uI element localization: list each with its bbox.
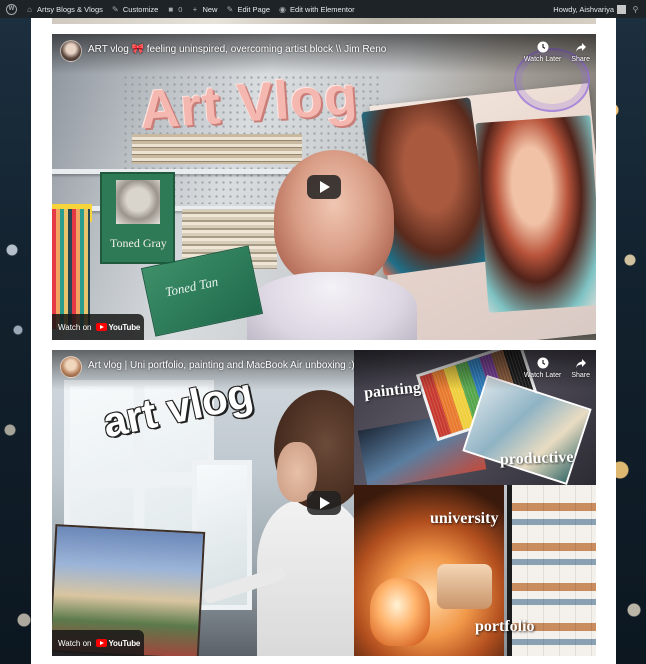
- comments-count: 0: [178, 4, 183, 14]
- video-title[interactable]: Art vlog | Uni portfolio, painting and M…: [88, 356, 355, 373]
- home-icon: ⌂: [27, 4, 32, 14]
- play-button[interactable]: [307, 175, 341, 199]
- salt-lamp: [370, 578, 430, 646]
- share-icon: [574, 40, 588, 54]
- youtube-wordmark: YouTube: [108, 322, 141, 332]
- share-button[interactable]: Share: [571, 356, 590, 379]
- channel-avatar[interactable]: [60, 356, 82, 378]
- edit-page-link[interactable]: ✎ Edit Page: [225, 5, 270, 14]
- watch-on-label: Watch on: [58, 322, 92, 332]
- colored-pencils: [52, 209, 90, 329]
- youtube-embed-2[interactable]: painting productive university portfolio…: [52, 350, 596, 656]
- search-icon: ⚲: [632, 4, 639, 14]
- painted-portrait-2: [475, 115, 596, 313]
- sketchbook-cover-portrait: [116, 180, 160, 224]
- edit-page-label: Edit Page: [237, 4, 271, 14]
- plus-icon: +: [192, 4, 198, 14]
- watch-on-label: Watch on: [58, 638, 92, 648]
- edit-with-elementor-label: Edit with Elementor: [290, 4, 355, 14]
- video-title[interactable]: ART vlog 🎀 feeling uninspired, overcomin…: [88, 40, 386, 57]
- watch-later-label: Watch Later: [523, 372, 562, 379]
- pencil-icon: ✎: [226, 4, 234, 14]
- caption-portfolio: portfolio: [475, 618, 535, 635]
- play-button[interactable]: [307, 491, 341, 515]
- clock-icon: [536, 40, 550, 54]
- wordpress-logo-menu[interactable]: [6, 3, 17, 15]
- channel-avatar[interactable]: [60, 40, 82, 62]
- clock-icon: [536, 356, 550, 370]
- share-button[interactable]: Share: [571, 40, 590, 63]
- admin-search-button[interactable]: ⚲: [631, 5, 640, 14]
- previous-embed-bottom-edge: [52, 18, 596, 24]
- youtube-wordmark: YouTube: [108, 638, 141, 648]
- watch-on-youtube-link[interactable]: Watch on YouTube: [52, 314, 144, 340]
- new-label: New: [202, 4, 218, 14]
- person-body: [247, 272, 417, 340]
- comments-link[interactable]: ■ 0: [166, 5, 182, 14]
- new-content-menu[interactable]: + New: [190, 4, 218, 14]
- sketchbook-label: Toned Gray: [110, 236, 167, 250]
- video-header: ART vlog 🎀 feeling uninspired, overcomin…: [52, 34, 596, 74]
- account-menu[interactable]: Howdy, Aishvariya: [553, 4, 626, 14]
- sketchbook: Toned Gray: [100, 172, 175, 264]
- watch-later-button[interactable]: Watch Later: [524, 356, 561, 379]
- video-header: Art vlog | Uni portfolio, painting and M…: [52, 350, 596, 390]
- customize-link[interactable]: ✎ Customize: [111, 5, 158, 14]
- youtube-logo: YouTube: [95, 638, 141, 648]
- share-label: Share: [571, 56, 590, 63]
- paintbrush-icon: ✎: [112, 4, 119, 14]
- watch-later-label: Watch Later: [523, 56, 562, 63]
- elementor-icon: ◉: [279, 4, 286, 14]
- youtube-play-icon: [95, 323, 107, 331]
- customize-label: Customize: [122, 4, 159, 14]
- candle: [437, 564, 492, 609]
- video-actions: Watch Later Share: [524, 356, 590, 379]
- video-actions: Watch Later Share: [524, 40, 590, 63]
- admin-bar: ⌂ Artsy Blogs & Vlogs ✎ Customize ■ 0 + …: [0, 0, 646, 18]
- caption-university: university: [430, 510, 499, 527]
- person-hair: [274, 150, 394, 285]
- wordpress-logo-icon: [6, 3, 17, 15]
- watch-later-button[interactable]: Watch Later: [524, 40, 561, 63]
- watch-on-youtube-link[interactable]: Watch on YouTube: [52, 630, 144, 656]
- share-icon: [574, 356, 588, 370]
- site-name-label: Artsy Blogs & Vlogs: [37, 4, 103, 14]
- edit-with-elementor-link[interactable]: ◉ Edit with Elementor: [278, 5, 355, 14]
- youtube-logo: YouTube: [95, 322, 141, 332]
- green-sketchbook-label: Toned Tan: [163, 273, 220, 300]
- avatar: [617, 4, 626, 14]
- caption-productive: productive: [499, 448, 574, 469]
- youtube-embed-1[interactable]: Toned Gray Toned Tan Art Vlog ART vlog 🎀…: [52, 34, 596, 340]
- greeting-label: Howdy, Aishvariya: [553, 4, 614, 14]
- comment-icon: ■: [168, 4, 174, 14]
- share-label: Share: [571, 372, 590, 379]
- site-name-menu[interactable]: ⌂ Artsy Blogs & Vlogs: [25, 5, 103, 14]
- youtube-play-icon: [95, 639, 107, 647]
